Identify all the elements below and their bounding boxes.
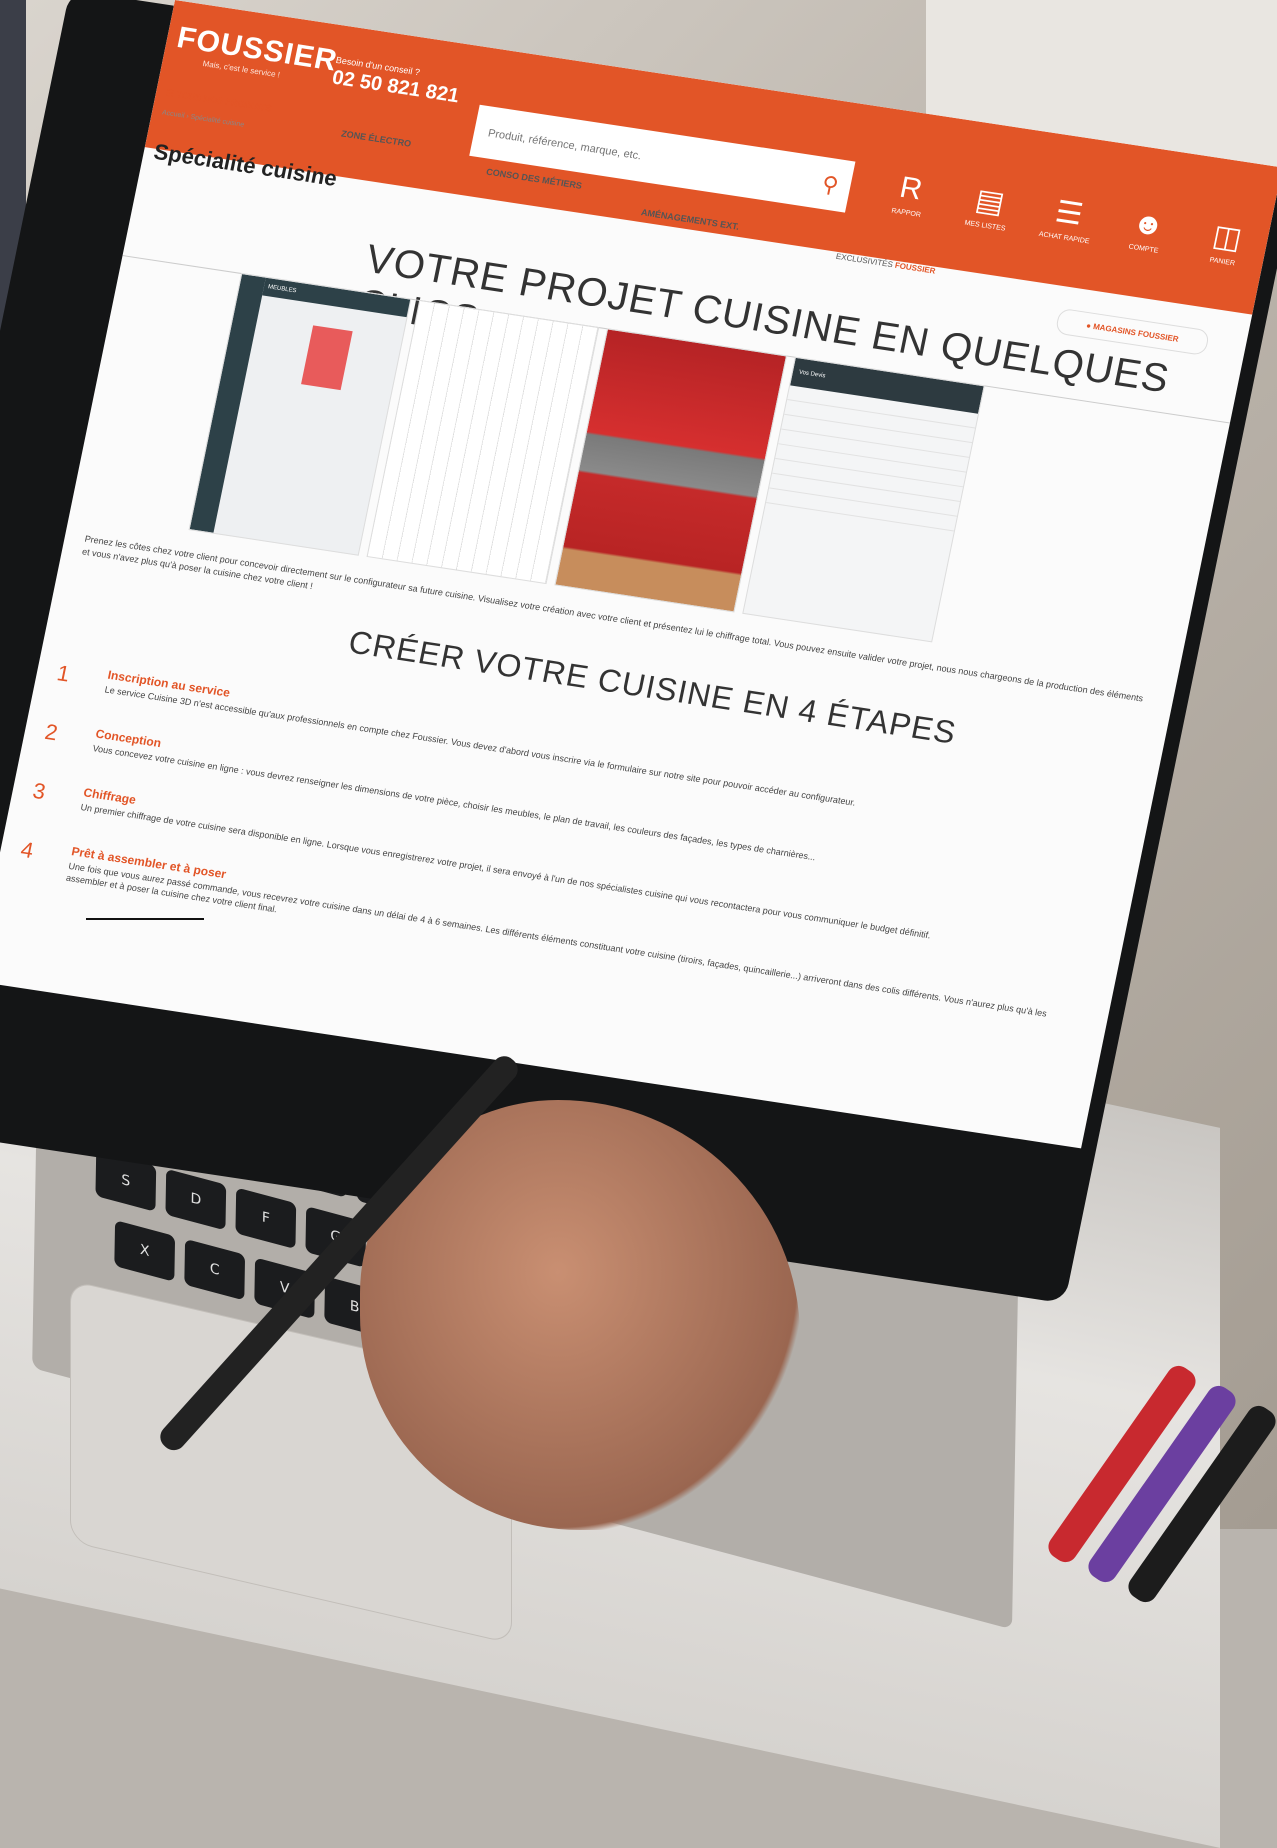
step-item: 3 Chiffrage Un premier chiffrage de votr… (16, 775, 1104, 940)
step-number: 3 (30, 777, 48, 805)
keyboard-key[interactable]: X (114, 1220, 176, 1282)
quote-screenshot: Vos Devis (742, 356, 985, 643)
keyboard-key[interactable]: F (235, 1187, 297, 1250)
account-button[interactable]: ☻ COMPTE (1103, 202, 1191, 258)
cart-button[interactable]: ◫ PANIER (1182, 214, 1270, 271)
keyboard-key[interactable]: D (165, 1168, 227, 1231)
cabinet-preview (301, 325, 353, 391)
nav-conso-metiers[interactable]: CONSO DES MÉTIERS (485, 167, 582, 191)
my-lists-button[interactable]: ▤ MES LISTES (945, 178, 1033, 235)
configurator-sidebar (189, 274, 266, 533)
keyboard-key[interactable]: C (184, 1238, 246, 1301)
nav-amenagements[interactable]: AMÉNAGEMENTS EXT. (640, 207, 740, 232)
step-number: 1 (54, 660, 72, 687)
step-number: 2 (42, 719, 60, 746)
step-number: 4 (18, 836, 36, 864)
browser-screen: FOUSSIER Mais, c'est le service ! Besoin… (0, 0, 1277, 1149)
accent-line (86, 918, 204, 920)
quick-buy-button[interactable]: ☰ ACHAT RAPIDE (1024, 190, 1112, 247)
step-item: 4 Prêt à assembler et à poser Une fois q… (4, 834, 1092, 1019)
markers (1043, 1329, 1277, 1607)
location-pin-icon: ● (1085, 320, 1093, 331)
nav-zone-electro[interactable]: ZONE ÉLECTRO (340, 128, 412, 148)
header-actions: R RAPPOR ▤ MES LISTES ☰ ACHAT RAPIDE ☻ C… (857, 167, 1271, 315)
rappor-button[interactable]: R RAPPOR (866, 167, 954, 223)
